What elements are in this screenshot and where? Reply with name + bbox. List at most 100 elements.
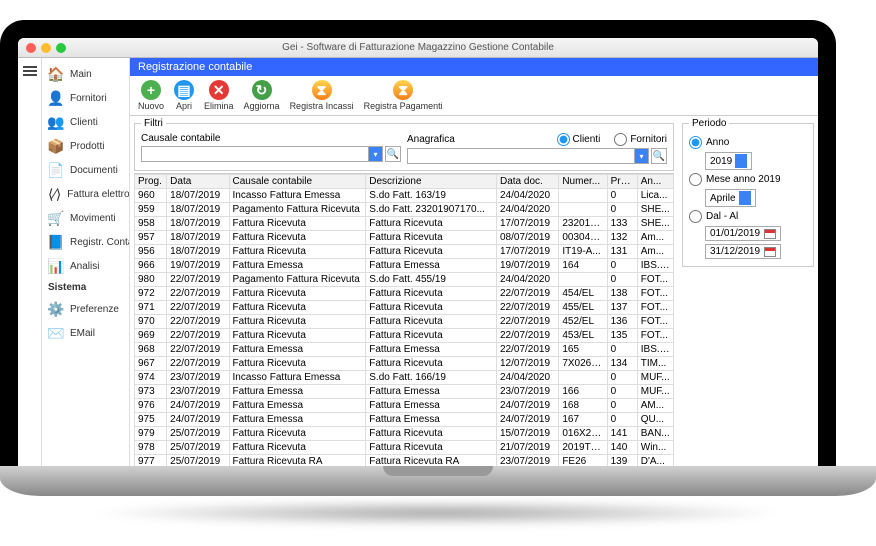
window-titlebar: Gei - Software di Fatturazione Magazzino… [18,38,818,58]
registra-pagamenti-button[interactable]: ⧗Registra Pagamenti [364,80,443,111]
sidebar-item-prodotti[interactable]: 📦 Prodotti [42,134,129,158]
anagrafica-label: Anagrafica [407,134,455,145]
sidebar-icon: 📘 [48,234,64,250]
sidebar-icon: 📊 [48,258,64,274]
causale-input[interactable] [141,146,369,162]
dropdown-icon[interactable] [739,191,751,205]
fornitori-radio[interactable]: Fornitori [614,133,667,146]
anno-input[interactable]: 2019 [705,152,752,170]
col-descrizione[interactable]: Descrizione [366,175,497,189]
col-datadoc[interactable]: Data doc. [496,175,558,189]
sidebar-item-registr-contabile[interactable]: 📘Registr. Contabile [42,230,129,254]
sidebar-item-label: Prodotti [70,141,104,152]
table-row[interactable]: 96619/07/2019Fattura EmessaFattura Emess… [135,259,674,273]
table-row[interactable]: 96822/07/2019Fattura EmessaFattura Emess… [135,343,674,357]
sidebar-item-email[interactable]: ✉️EMail [42,321,129,345]
causale-dropdown-icon[interactable]: ▾ [369,146,383,162]
table-row[interactable]: 95718/07/2019Fattura RicevutaFattura Ric… [135,231,674,245]
registra-incassi-button[interactable]: ⧗Registra Incassi [290,80,354,111]
sidebar: 🏠 Main 👤 Fornitori 👥Clienti 📦 Prodotti 📄 Documen… [42,58,130,468]
clienti-radio[interactable]: Clienti [557,133,601,146]
table-row[interactable]: 97022/07/2019Fattura RicevutaFattura Ric… [135,315,674,329]
sidebar-icon: 📄 [48,162,64,178]
calendar-icon[interactable] [764,229,776,239]
table-row[interactable]: 97624/07/2019Fattura EmessaFattura Emess… [135,399,674,413]
sidebar-icon: 🏠 [48,66,64,82]
date-from-input[interactable]: 01/01/2019 [705,226,781,241]
mese-select[interactable]: Aprile [705,189,756,207]
sidebar-item-preferenze[interactable]: ⚙️Preferenze [42,297,129,321]
col-an[interactable]: An... [637,175,673,189]
delete-icon: ✕ [209,80,229,100]
sidebar-item-label: Main [70,69,92,80]
sidebar-item-analisi[interactable]: 📊 Analisi [42,254,129,278]
maximize-window-icon[interactable] [56,43,66,53]
sidebar-icon: ✉️ [48,325,64,341]
apri-button[interactable]: ▤Apri [174,80,194,111]
table-row[interactable]: 97825/07/2019Fattura RicevutaFattura Ric… [135,441,674,455]
table-row[interactable]: 97222/07/2019Fattura RicevutaFattura Ric… [135,287,674,301]
sidebar-item-label: Fattura elettronica [67,189,130,200]
periodo-dal-al-radio[interactable]: Dal - Al [689,210,807,223]
hamburger-icon [23,64,37,78]
sidebar-item-label: Analisi [70,261,99,272]
periodo-mese-radio[interactable]: Mese anno 2019 [689,173,807,186]
anagrafica-input[interactable] [407,148,635,164]
periodo-anno-radio[interactable]: Anno [689,136,807,149]
periodo-legend: Periodo [689,118,729,129]
toolbar: +Nuovo ▤Apri ✕Elimina ↻Aggiorna ⧗Registr… [130,76,818,116]
table-row[interactable]: 97925/07/2019Fattura RicevutaFattura Ric… [135,427,674,441]
col-prog[interactable]: Prog. [135,175,167,189]
filters-legend: Filtri [141,118,166,129]
causale-label: Causale contabile [141,133,401,144]
aggiorna-button[interactable]: ↻Aggiorna [244,80,280,111]
sidebar-icon: 👤 [48,90,64,106]
grid[interactable]: Prog. Data Causale contabile Descrizione… [134,173,674,468]
sidebar-icon: 📦 [48,138,64,154]
sidebar-icon: 🛒 [48,210,64,226]
panel-header: Registrazione contabile [130,58,818,76]
sidebar-section-sistema: Sistema [42,278,129,297]
causale-search-icon[interactable]: 🔍 [385,146,401,162]
table-row[interactable]: 96018/07/2019Incasso Fattura EmessaS.do … [135,189,674,203]
elimina-button[interactable]: ✕Elimina [204,80,234,111]
table-row[interactable]: 95818/07/2019Fattura RicevutaFattura Ric… [135,217,674,231]
col-numero[interactable]: Numer... [559,175,607,189]
date-to-input[interactable]: 31/12/2019 [705,244,781,259]
table-row[interactable]: 95918/07/2019Pagamento Fattura RicevutaS… [135,203,674,217]
table-row[interactable]: 96722/07/2019Fattura RicevutaFattura Ric… [135,357,674,371]
col-pro[interactable]: Pro... [607,175,637,189]
sidebar-item-clienti[interactable]: 👥Clienti [42,110,129,134]
hourglass-icon: ⧗ [393,80,413,100]
table-row[interactable]: 97323/07/2019Fattura EmessaFattura Emess… [135,385,674,399]
table-row[interactable]: 95618/07/2019Fattura RicevutaFattura Ric… [135,245,674,259]
nuovo-button[interactable]: +Nuovo [138,80,164,111]
anagrafica-search-icon[interactable]: 🔍 [651,148,667,164]
close-window-icon[interactable] [26,43,36,53]
sidebar-item-label: Documenti [70,165,118,176]
table-row[interactable]: 97423/07/2019Incasso Fattura EmessaS.do … [135,371,674,385]
table-row[interactable]: 96922/07/2019Fattura RicevutaFattura Ric… [135,329,674,343]
refresh-icon: ↻ [252,80,272,100]
col-data[interactable]: Data [167,175,229,189]
sidebar-item-documenti[interactable]: 📄 Documenti [42,158,129,182]
window-title: Gei - Software di Fatturazione Magazzino… [282,42,554,53]
sidebar-item-label: Fornitori [70,93,107,104]
minimize-window-icon[interactable] [41,43,51,53]
sidebar-item-label: Preferenze [70,304,119,315]
table-row[interactable]: 97524/07/2019Fattura EmessaFattura Emess… [135,413,674,427]
sidebar-item-main[interactable]: 🏠 Main [42,62,129,86]
table-row[interactable]: 98022/07/2019Pagamento Fattura RicevutaS… [135,273,674,287]
anagrafica-dropdown-icon[interactable]: ▾ [635,148,649,164]
table-row[interactable]: 97122/07/2019Fattura RicevutaFattura Ric… [135,301,674,315]
plus-icon: + [141,80,161,100]
calendar-icon[interactable] [764,247,776,257]
sidebar-item-fornitori[interactable]: 👤 Fornitori [42,86,129,110]
sidebar-item-fattura-elettronica[interactable]: ⟨⁄⟩Fattura elettronica [42,182,129,206]
sidebar-icon: 👥 [48,114,64,130]
col-causale[interactable]: Causale contabile [229,175,366,189]
periodo-group: Periodo Anno 2019 Mese anno 2019 Aprile … [682,118,814,267]
sidebar-item-movimenti[interactable]: 🛒Movimenti [42,206,129,230]
menu-toggle[interactable] [18,58,42,468]
stepper-icon[interactable] [735,154,747,168]
